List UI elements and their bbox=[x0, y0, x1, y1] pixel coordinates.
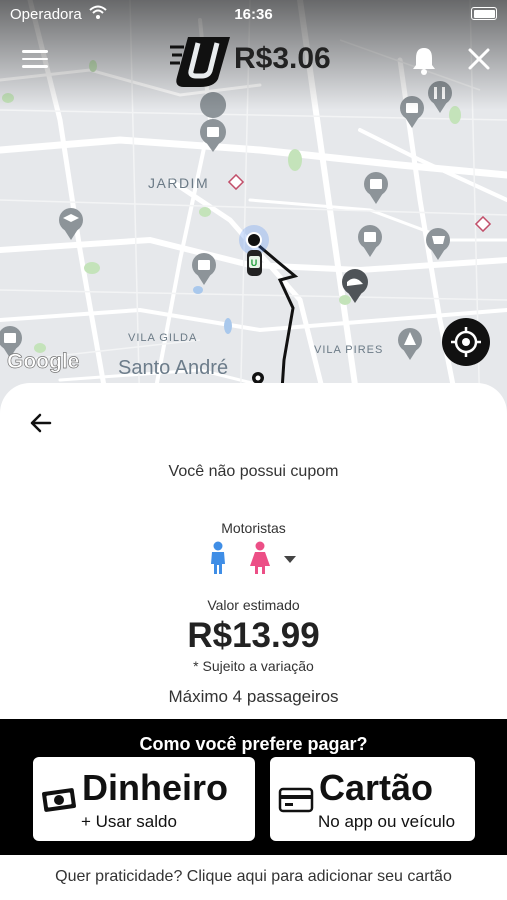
bell-icon[interactable] bbox=[410, 45, 438, 75]
payment-title: Como você prefere pagar? bbox=[139, 734, 368, 754]
google-attribution: Google bbox=[7, 350, 80, 374]
balance-amount: R$3.06 bbox=[234, 42, 331, 75]
pay-card-button[interactable]: Cartão No app ou veículo bbox=[270, 757, 475, 841]
female-driver-icon bbox=[250, 541, 270, 574]
driver-gender-selector[interactable] bbox=[206, 541, 306, 577]
drivers-label: Motoristas bbox=[221, 520, 286, 536]
max-passengers: Máximo 4 passageiros bbox=[168, 687, 339, 706]
app-logo bbox=[170, 37, 230, 87]
card-sublabel: No app ou veículo bbox=[318, 812, 456, 831]
estimate-label: Valor estimado bbox=[207, 597, 300, 613]
card-label: Cartão bbox=[319, 767, 434, 808]
estimate-note: * Sujeito a variação bbox=[193, 658, 314, 674]
cash-sublabel: + Usar saldo bbox=[81, 812, 177, 831]
chevron-down-icon bbox=[284, 556, 296, 563]
male-driver-icon bbox=[211, 541, 225, 574]
map-label-santo-andre: Santo André bbox=[118, 357, 229, 379]
pay-cash-button[interactable]: Dinheiro + Usar saldo bbox=[33, 757, 255, 841]
close-icon[interactable] bbox=[466, 46, 492, 72]
status-bar: Operadora 16:36 bbox=[0, 0, 507, 28]
coupon-status[interactable]: Você não possui cupom bbox=[0, 463, 507, 481]
battery-icon bbox=[471, 7, 497, 20]
cash-label: Dinheiro bbox=[82, 767, 229, 808]
map-label-jardim: JARDIM bbox=[148, 175, 210, 191]
credit-card-icon bbox=[278, 787, 314, 813]
recenter-location-button[interactable] bbox=[442, 318, 490, 366]
map-label-vila-gilda: VILA GILDA bbox=[128, 332, 198, 344]
clock: 16:36 bbox=[234, 6, 273, 23]
back-arrow-icon[interactable] bbox=[28, 410, 54, 436]
menu-button[interactable] bbox=[22, 50, 48, 70]
map-label-vila-pires: VILA PIRES bbox=[314, 344, 384, 356]
cash-icon bbox=[42, 788, 76, 812]
add-card-link[interactable]: Quer praticidade? Clique aqui para adici… bbox=[0, 868, 507, 886]
crosshair-icon bbox=[451, 327, 481, 357]
estimate-value: R$13.99 bbox=[187, 616, 320, 655]
payment-section: Como você prefere pagar? Dinheiro + Usar… bbox=[0, 719, 507, 855]
driver-gender-icons bbox=[211, 541, 296, 574]
svg-text:U: U bbox=[251, 258, 258, 268]
